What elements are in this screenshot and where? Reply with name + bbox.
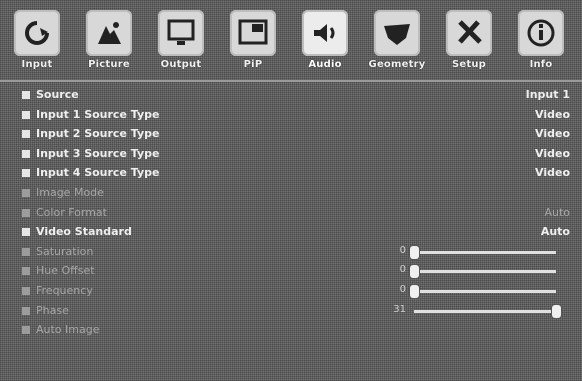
tab-audio[interactable]: Audio bbox=[292, 4, 358, 78]
row-input2-source-type[interactable]: Input 2 Source Type Video bbox=[22, 125, 574, 145]
tab-setup[interactable]: Setup bbox=[436, 4, 502, 78]
bullet-icon bbox=[22, 228, 30, 237]
row-number: 0 bbox=[399, 264, 406, 276]
row-label: Hue Offset bbox=[36, 264, 95, 278]
settings-list: Source Input 1 Input 1 Source Type Video… bbox=[22, 86, 574, 341]
bullet-icon bbox=[22, 149, 30, 158]
menu-toolbar: Input Picture Output PiP Audio Geometry … bbox=[0, 0, 582, 82]
tab-label: Setup bbox=[451, 59, 487, 70]
audio-icon bbox=[302, 10, 348, 56]
bullet-icon bbox=[22, 247, 30, 256]
row-value: Auto bbox=[540, 225, 570, 239]
pip-icon bbox=[230, 10, 276, 56]
bullet-icon bbox=[22, 188, 30, 197]
picture-icon bbox=[86, 10, 132, 56]
tab-input[interactable]: Input bbox=[4, 4, 70, 78]
slider-knob[interactable] bbox=[410, 265, 419, 279]
bullet-icon bbox=[22, 130, 30, 139]
row-frequency: Frequency 0 bbox=[22, 282, 574, 302]
row-label: Input 1 Source Type bbox=[36, 107, 160, 121]
row-label: Source bbox=[36, 88, 79, 101]
phase-slider[interactable] bbox=[414, 304, 561, 318]
row-phase: Phase 31 bbox=[22, 302, 574, 322]
row-color-format: Color Format Auto bbox=[22, 204, 574, 224]
row-label: Video Standard bbox=[36, 225, 132, 239]
row-source[interactable]: Source Input 1 bbox=[22, 86, 574, 106]
tab-pip[interactable]: PiP bbox=[220, 4, 286, 78]
row-value: Video bbox=[535, 146, 570, 160]
bullet-icon bbox=[22, 286, 30, 295]
row-number: 0 bbox=[399, 244, 406, 256]
tab-output[interactable]: Output bbox=[148, 4, 214, 78]
row-input4-source-type[interactable]: Input 4 Source Type Video bbox=[22, 164, 574, 184]
row-label: Saturation bbox=[36, 244, 94, 258]
row-value: Video bbox=[535, 107, 570, 121]
row-label: Frequency bbox=[36, 283, 93, 297]
row-input3-source-type[interactable]: Input 3 Source Type Video bbox=[22, 145, 574, 165]
tab-label: Output bbox=[160, 59, 202, 70]
hue-offset-slider[interactable] bbox=[410, 265, 556, 279]
bullet-icon bbox=[22, 326, 30, 335]
tab-label: Geometry bbox=[368, 59, 426, 70]
row-input1-source-type[interactable]: Input 1 Source Type Video bbox=[22, 106, 574, 126]
row-label: Input 4 Source Type bbox=[36, 166, 160, 180]
osd-screen: Input Picture Output PiP Audio Geometry … bbox=[0, 0, 582, 381]
tab-label: Info bbox=[529, 59, 553, 70]
tab-info[interactable]: Info bbox=[508, 4, 574, 78]
row-hue-offset: Hue Offset 0 bbox=[22, 262, 574, 282]
row-value: Video bbox=[535, 166, 570, 180]
row-video-standard[interactable]: Video Standard Auto bbox=[22, 223, 574, 243]
info-icon bbox=[518, 10, 564, 56]
tab-picture[interactable]: Picture bbox=[76, 4, 142, 78]
row-value: Input 1 bbox=[525, 88, 570, 101]
row-saturation: Saturation 0 bbox=[22, 243, 574, 263]
tab-label: Picture bbox=[88, 59, 130, 70]
row-label: Auto Image bbox=[36, 323, 100, 337]
frequency-slider[interactable] bbox=[410, 284, 556, 298]
tab-geometry[interactable]: Geometry bbox=[364, 4, 430, 78]
saturation-slider[interactable] bbox=[410, 245, 556, 259]
bullet-icon bbox=[22, 208, 30, 217]
bullet-icon bbox=[22, 91, 30, 99]
bullet-icon bbox=[22, 267, 30, 276]
row-label: Input 2 Source Type bbox=[36, 127, 160, 141]
tab-label: Input bbox=[21, 59, 53, 70]
tab-label: PiP bbox=[243, 59, 263, 70]
row-label: Phase bbox=[36, 303, 69, 317]
setup-icon bbox=[446, 10, 492, 56]
slider-knob[interactable] bbox=[410, 245, 419, 259]
row-value: Auto bbox=[544, 205, 570, 219]
slider-knob[interactable] bbox=[410, 284, 419, 298]
row-label: Color Format bbox=[36, 205, 107, 219]
tab-label: Audio bbox=[308, 59, 342, 70]
slider-knob[interactable] bbox=[552, 304, 561, 318]
geometry-icon bbox=[374, 10, 420, 56]
row-auto-image: Auto Image bbox=[22, 321, 574, 341]
row-image-mode: Image Mode bbox=[22, 184, 574, 204]
row-label: Image Mode bbox=[36, 185, 104, 199]
row-value: Video bbox=[535, 127, 570, 141]
output-icon bbox=[158, 10, 204, 56]
input-icon bbox=[14, 10, 60, 56]
bullet-icon bbox=[22, 169, 30, 178]
bullet-icon bbox=[22, 110, 30, 119]
row-number: 31 bbox=[393, 303, 406, 315]
bullet-icon bbox=[22, 306, 30, 315]
row-number: 0 bbox=[399, 283, 406, 295]
row-label: Input 3 Source Type bbox=[36, 146, 160, 160]
